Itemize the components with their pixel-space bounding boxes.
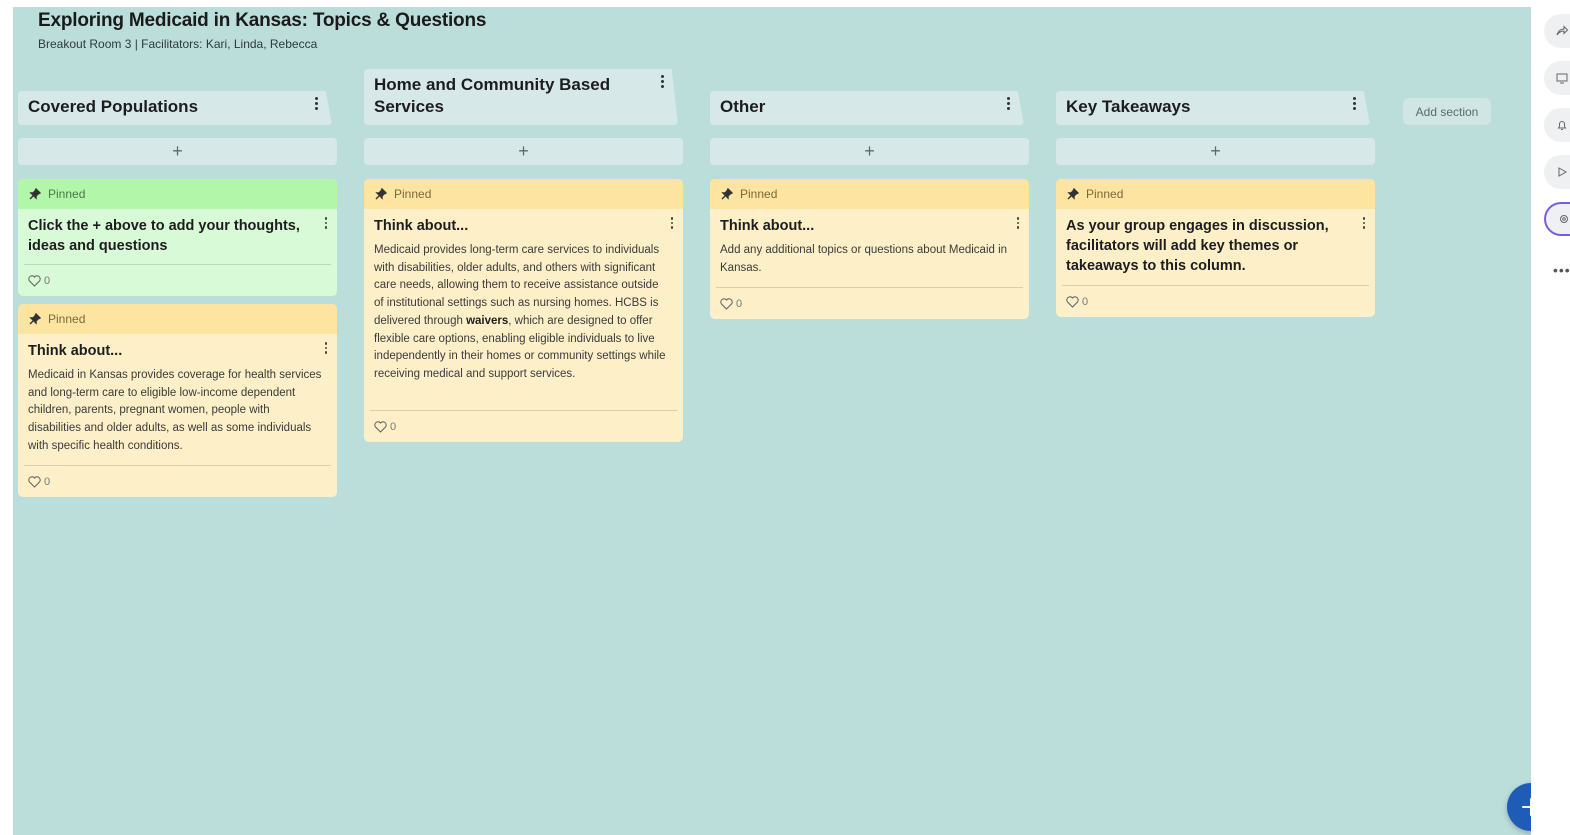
add-post-button[interactable]: + <box>18 138 337 165</box>
column-header-hcbs[interactable]: Home and Community Based Services <box>364 69 678 125</box>
post-title: Click the + above to add your thoughts, … <box>28 218 300 254</box>
heart-icon[interactable] <box>720 297 733 310</box>
column-menu-icon[interactable] <box>314 97 318 110</box>
pinned-bar: Pinned <box>1056 179 1375 209</box>
settings-icon <box>1560 215 1568 223</box>
post-card[interactable]: Pinned Think about... Medicaid provides … <box>364 179 683 442</box>
pinned-label: Pinned <box>1086 187 1124 201</box>
column-menu-icon[interactable] <box>660 75 664 88</box>
play-button[interactable] <box>1544 155 1570 189</box>
column-header-covered-populations[interactable]: Covered Populations <box>18 91 332 125</box>
add-post-button[interactable]: + <box>710 138 1029 165</box>
post-footer: 0 <box>370 410 677 442</box>
post-menu-icon[interactable] <box>670 217 673 229</box>
post-menu-icon[interactable] <box>324 342 327 354</box>
notifications-button[interactable] <box>1544 108 1570 142</box>
post-title: As your group engages in discussion, fac… <box>1066 218 1329 274</box>
slideshow-icon <box>1556 73 1568 84</box>
post-menu-icon[interactable] <box>324 217 327 229</box>
heart-icon[interactable] <box>28 274 41 287</box>
post-footer: 0 <box>1062 285 1369 317</box>
pinned-bar: Pinned <box>18 304 337 334</box>
post-body: Medicaid in Kansas provides coverage for… <box>28 369 322 452</box>
like-count: 0 <box>390 420 397 433</box>
right-toolbar: ••• <box>1531 0 1570 835</box>
pinned-bar: Pinned <box>18 179 337 209</box>
like-count: 0 <box>736 297 743 310</box>
padlet-board: Exploring Medicaid in Kansas: Topics & Q… <box>13 7 1531 835</box>
pinned-label: Pinned <box>740 187 778 201</box>
column-menu-icon[interactable] <box>1352 97 1356 110</box>
board-title: Exploring Medicaid in Kansas: Topics & Q… <box>38 10 487 31</box>
bell-icon <box>1557 121 1567 130</box>
add-post-button[interactable]: + <box>1056 138 1375 165</box>
add-section-button[interactable]: Add section <box>1403 98 1491 125</box>
post-card[interactable]: Pinned Think about... Add any additional… <box>710 179 1029 319</box>
column-title: Key Takeaways <box>1066 97 1191 116</box>
heart-icon[interactable] <box>28 475 41 488</box>
post-body: Medicaid provides long-term care service… <box>364 236 683 384</box>
column-header-key-takeaways[interactable]: Key Takeaways <box>1056 91 1370 125</box>
pin-icon <box>721 188 733 200</box>
like-count: 0 <box>44 274 51 287</box>
share-button[interactable] <box>1544 14 1570 48</box>
share-icon <box>1556 25 1568 36</box>
pinned-label: Pinned <box>394 187 432 201</box>
pin-icon <box>1067 188 1079 200</box>
column-menu-icon[interactable] <box>1006 97 1010 110</box>
post-card[interactable]: Pinned As your group engages in discussi… <box>1056 179 1375 317</box>
pinned-bar: Pinned <box>710 179 1029 209</box>
add-post-button[interactable]: + <box>364 138 683 165</box>
post-menu-icon[interactable] <box>1016 217 1019 229</box>
post-menu-icon[interactable] <box>1362 217 1365 229</box>
post-body-bold: waivers <box>466 314 509 327</box>
post-body: Add any additional topics or questions a… <box>720 244 1008 274</box>
like-count: 0 <box>44 475 51 488</box>
post-title: Think about... <box>28 343 123 359</box>
post-footer: 0 <box>24 264 331 296</box>
slideshow-button[interactable] <box>1544 61 1570 95</box>
more-options-icon[interactable]: ••• <box>1553 262 1570 278</box>
pinned-label: Pinned <box>48 312 86 326</box>
pin-icon <box>29 188 41 200</box>
post-title: Think about... <box>720 218 815 234</box>
pin-icon <box>29 313 41 325</box>
pin-icon <box>375 188 387 200</box>
pinned-label: Pinned <box>48 187 86 201</box>
like-count: 0 <box>1082 295 1089 308</box>
post-title: Think about... <box>374 218 469 234</box>
column-title: Home and Community Based Services <box>374 75 611 116</box>
pinned-bar: Pinned <box>364 179 683 209</box>
post-footer: 0 <box>24 465 331 497</box>
board-subtitle: Breakout Room 3 | Facilitators: Kari, Li… <box>38 37 318 51</box>
column-header-other[interactable]: Other <box>710 91 1024 125</box>
column-title: Other <box>720 97 766 116</box>
post-card[interactable]: Pinned Think about... Medicaid in Kansas… <box>18 304 337 497</box>
post-footer: 0 <box>716 287 1023 319</box>
post-card[interactable]: Pinned Click the + above to add your tho… <box>18 179 337 296</box>
column-title: Covered Populations <box>28 97 199 116</box>
settings-button[interactable] <box>1544 202 1570 236</box>
heart-icon[interactable] <box>374 420 387 433</box>
play-icon <box>1558 167 1568 177</box>
heart-icon[interactable] <box>1066 295 1079 308</box>
